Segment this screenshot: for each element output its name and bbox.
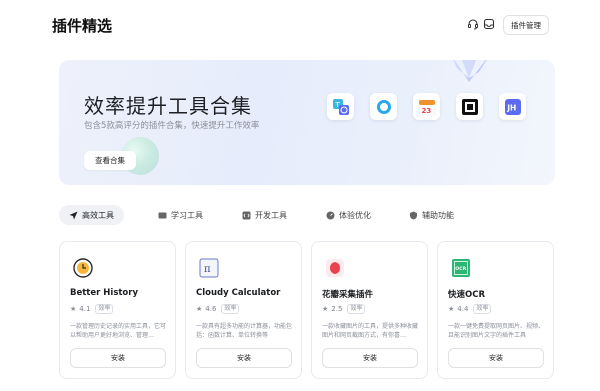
calendar-app-icon[interactable]: 23 [413, 93, 440, 120]
plugin-rating: 2.5 [331, 305, 343, 313]
star-icon: ★ [196, 305, 203, 313]
plugin-meta: ★ 4.6 效率 [196, 304, 240, 314]
top-bar: 插件精选 插件管理 [0, 0, 600, 50]
plugin-tag: 效率 [347, 304, 366, 314]
shield-icon [409, 211, 418, 220]
install-button[interactable]: 安装 [70, 348, 166, 368]
ocr-icon: OCR [449, 256, 473, 280]
calendar-number: 23 [421, 107, 431, 115]
pi-calculator-icon: π [197, 256, 221, 280]
ring-app-icon[interactable] [370, 93, 397, 120]
collection-banner: 效率提升工具合集 包含5款高评分的插件合集，快速提升工作效率 查看合集 T 23 [59, 60, 555, 185]
headset-icon[interactable] [466, 17, 480, 31]
qr-app-icon[interactable] [456, 93, 483, 120]
plugin-description: 一款收藏图片的工具，提供多种收藏图片和网页截图方式，有你喜… [322, 323, 419, 339]
tab-experience[interactable]: 体验优化 [326, 205, 371, 225]
install-button[interactable]: 安装 [448, 348, 544, 368]
install-button[interactable]: 安装 [322, 348, 418, 368]
send-icon [69, 211, 78, 220]
plugin-meta: ★ 4.1 效率 [70, 304, 114, 314]
plugin-name: 花瓣采集插件 [322, 290, 374, 300]
plugin-meta: ★ 4.4 效率 [448, 304, 492, 314]
tab-dev-tools[interactable]: 开发工具 [242, 205, 287, 225]
book-icon [158, 211, 167, 220]
plugin-tag: 效率 [221, 304, 240, 314]
install-button[interactable]: 安装 [196, 348, 292, 368]
plugin-description: 一款一键免费提取网页图片、视频、且能识别图片文字的插件工具 [448, 323, 545, 339]
page-title: 插件精选 [52, 17, 113, 35]
gauge-icon [326, 211, 335, 220]
tab-accessibility[interactable]: 辅助功能 [409, 205, 454, 225]
plugin-rating: 4.4 [457, 305, 469, 313]
plugin-name: 快速OCR [448, 290, 486, 300]
banner-title: 效率提升工具合集 [84, 94, 252, 118]
jh-app-icon[interactable]: JH [499, 93, 526, 120]
star-icon: ★ [448, 305, 455, 313]
tab-label: 高效工具 [82, 210, 114, 220]
jh-app-label: JH [506, 103, 516, 112]
svg-text:π: π [204, 264, 211, 275]
plugin-tag: 效率 [473, 304, 492, 314]
svg-text:OCR: OCR [455, 266, 466, 272]
plugin-card[interactable]: OCR 快速OCR ★ 4.4 效率 一款一键免费提取网页图片、视频、且能识别图… [437, 241, 554, 379]
tab-label: 体验优化 [339, 210, 371, 220]
plugin-card[interactable]: 花瓣采集插件 ★ 2.5 效率 一款收藏图片的工具，提供多种收藏图片和网页截图方… [311, 241, 428, 379]
tab-label: 辅助功能 [422, 210, 454, 220]
petal-icon [323, 256, 347, 280]
tab-learning-tools[interactable]: 学习工具 [158, 205, 203, 225]
tab-label: 开发工具 [255, 210, 287, 220]
translate-app-icon[interactable]: T [327, 93, 354, 120]
plugin-card[interactable]: π Cloudy Calculator ★ 4.6 效率 一款具有超多功能的计算… [185, 241, 302, 379]
banner-subtitle: 包含5款高评分的插件合集，快速提升工作效率 [84, 121, 260, 131]
plugin-description: 一款具有超多功能的计算器，功能包括：函数计算、单位转换等 [196, 323, 293, 339]
code-icon [242, 211, 251, 220]
tab-label: 学习工具 [171, 210, 203, 220]
view-collection-button[interactable]: 查看合集 [84, 151, 136, 170]
plugin-rating: 4.1 [79, 305, 91, 313]
plugin-rating: 4.6 [205, 305, 217, 313]
star-icon: ★ [70, 305, 77, 313]
plugin-meta: ★ 2.5 效率 [322, 304, 366, 314]
plugin-manage-button[interactable]: 插件管理 [503, 15, 549, 35]
plugin-name: Cloudy Calculator [196, 288, 281, 298]
plugin-description: 一款管理历史记录的实用工具，它可以帮助用户更好地浏览、管理… [70, 323, 167, 339]
clock-icon [71, 256, 95, 280]
star-icon: ★ [322, 305, 329, 313]
plugin-name: Better History [70, 288, 139, 298]
inbox-icon[interactable] [482, 17, 496, 31]
crystal-decoration-icon [453, 60, 487, 82]
plugin-card[interactable]: Better History ★ 4.1 效率 一款管理历史记录的实用工具，它可… [59, 241, 176, 379]
plugin-tag: 效率 [95, 304, 114, 314]
tab-efficient-tools[interactable]: 高效工具 [59, 205, 124, 225]
